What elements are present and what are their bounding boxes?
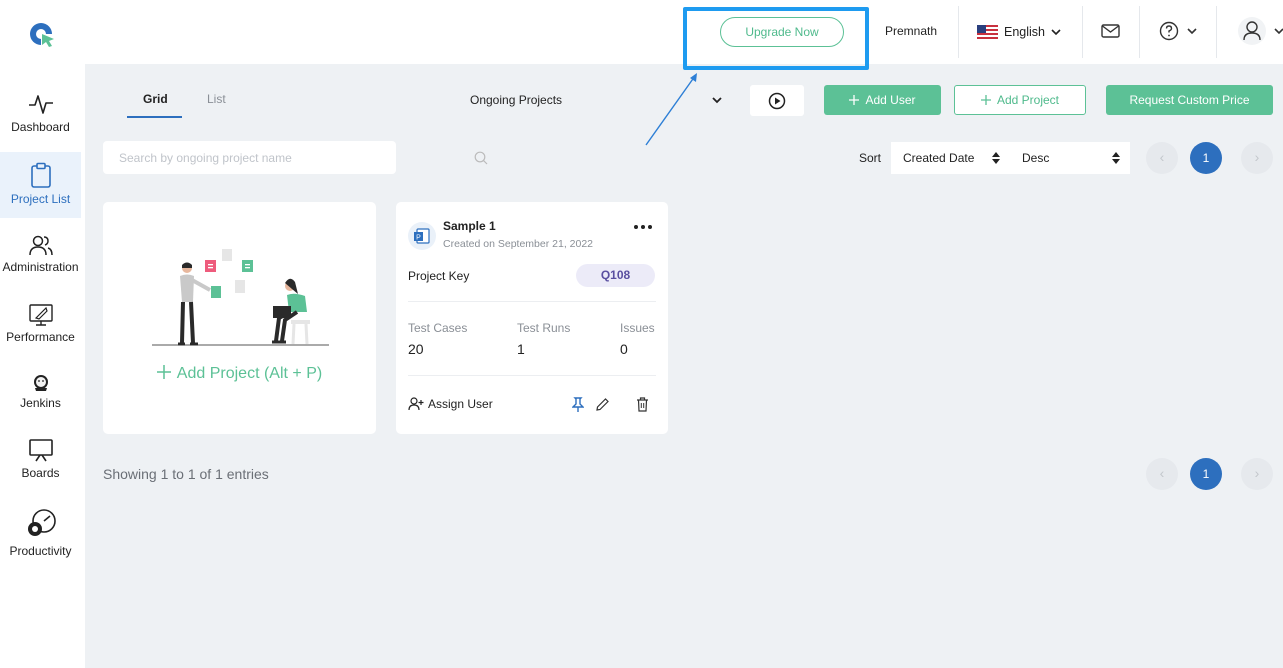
divider bbox=[408, 375, 656, 376]
play-video-button[interactable] bbox=[750, 85, 804, 116]
users-icon bbox=[28, 235, 53, 256]
request-custom-price-button[interactable]: Request Custom Price bbox=[1106, 85, 1273, 115]
search-input[interactable] bbox=[103, 141, 363, 174]
next-page-button[interactable]: › bbox=[1241, 458, 1273, 490]
test-cases-value[interactable]: 20 bbox=[408, 341, 424, 357]
sidebar-item-dashboard[interactable]: Dashboard bbox=[0, 92, 81, 148]
divider bbox=[958, 6, 959, 58]
sidebar-item-jenkins[interactable]: Jenkins bbox=[0, 374, 81, 424]
project-key-label: Project Key bbox=[408, 269, 470, 283]
sort-order-select[interactable]: Desc bbox=[1010, 142, 1130, 174]
add-project-label: Add Project bbox=[996, 93, 1060, 107]
sidebar-item-label: Performance bbox=[6, 330, 75, 344]
pin-icon[interactable] bbox=[572, 397, 584, 413]
add-project-text: Add Project (Alt + P) bbox=[176, 365, 323, 382]
sidebar-item-administration[interactable]: Administration bbox=[0, 234, 81, 284]
next-page-button[interactable]: › bbox=[1241, 142, 1273, 174]
search-box bbox=[103, 141, 488, 174]
plus-icon bbox=[849, 95, 860, 105]
sort-field-value: Created Date bbox=[903, 151, 975, 165]
request-price-label: Request Custom Price bbox=[1129, 93, 1250, 107]
us-flag-icon bbox=[977, 25, 998, 39]
add-user-label: Add User bbox=[865, 93, 916, 107]
chevron-down-icon bbox=[1051, 29, 1061, 36]
divider bbox=[1139, 6, 1140, 58]
plus-icon bbox=[980, 95, 991, 105]
assign-user-button[interactable]: Assign User bbox=[408, 397, 493, 411]
mail-icon[interactable] bbox=[1101, 23, 1120, 39]
divider bbox=[1216, 6, 1217, 58]
project-file-icon: P bbox=[408, 222, 436, 250]
annotation-arrow-icon bbox=[645, 73, 697, 146]
add-project-button[interactable]: Add Project bbox=[954, 85, 1086, 115]
sort-label: Sort bbox=[859, 151, 882, 165]
divider bbox=[408, 301, 656, 302]
help-icon[interactable] bbox=[1159, 21, 1199, 41]
app-logo[interactable] bbox=[28, 20, 56, 48]
edit-icon[interactable] bbox=[595, 397, 610, 412]
divider bbox=[1082, 6, 1083, 58]
upgrade-now-button[interactable]: Upgrade Now bbox=[720, 17, 844, 47]
updown-arrows-icon bbox=[1112, 152, 1120, 164]
rocket-chart-icon bbox=[28, 304, 53, 326]
more-options-icon[interactable] bbox=[633, 224, 653, 230]
sidebar-item-performance[interactable]: Performance bbox=[0, 302, 81, 352]
test-runs-value[interactable]: 1 bbox=[517, 341, 525, 357]
entries-summary: Showing 1 to 1 of 1 entries bbox=[103, 466, 269, 482]
board-icon bbox=[28, 439, 53, 462]
active-tab-indicator bbox=[127, 116, 182, 118]
project-card[interactable]: P Sample 1 Created on September 21, 2022… bbox=[396, 202, 668, 434]
page-number-button[interactable]: 1 bbox=[1190, 458, 1222, 490]
project-filter-select[interactable]: Ongoing Projects bbox=[470, 93, 562, 107]
issues-value[interactable]: 0 bbox=[620, 341, 628, 357]
prev-page-button[interactable]: ‹ bbox=[1146, 458, 1178, 490]
language-selector[interactable]: English bbox=[977, 22, 1061, 42]
sidebar-item-label: Jenkins bbox=[20, 396, 61, 410]
test-cases-label: Test Cases bbox=[408, 321, 468, 335]
sort-field-select[interactable]: Created Date bbox=[891, 142, 1010, 174]
user-name[interactable]: Premnath bbox=[885, 24, 937, 38]
sidebar-item-label: Project List bbox=[10, 192, 71, 206]
chevron-down-icon[interactable] bbox=[711, 95, 723, 105]
top-bar: Upgrade Now Premnath English bbox=[0, 0, 1283, 64]
sidebar-item-project-list[interactable]: Project List bbox=[0, 152, 81, 218]
activity-icon bbox=[28, 95, 53, 114]
play-circle-icon bbox=[768, 92, 786, 109]
sidebar-item-label: Boards bbox=[21, 466, 60, 480]
jenkins-icon bbox=[33, 375, 48, 391]
sort-order-value: Desc bbox=[1022, 151, 1050, 165]
prev-page-button[interactable]: ‹ bbox=[1146, 142, 1178, 174]
profile-icon[interactable] bbox=[1237, 16, 1283, 46]
file-p-icon: P bbox=[414, 228, 430, 244]
sidebar-item-label: Productivity bbox=[9, 544, 72, 558]
svg-text:P: P bbox=[416, 235, 421, 242]
tab-grid[interactable]: Grid bbox=[143, 92, 168, 106]
issues-label: Issues bbox=[620, 321, 655, 335]
sidebar: Dashboard Project List Administration Pe… bbox=[0, 64, 85, 668]
sidebar-item-boards[interactable]: Boards bbox=[0, 438, 81, 488]
page-number-button[interactable]: 1 bbox=[1190, 142, 1222, 174]
sidebar-item-label: Administration bbox=[2, 260, 79, 274]
language-label: English bbox=[1004, 25, 1045, 39]
test-runs-label: Test Runs bbox=[517, 321, 571, 335]
gear-gauge-icon bbox=[27, 509, 56, 536]
clipboard-icon bbox=[30, 162, 51, 188]
add-user-icon bbox=[408, 397, 424, 411]
sidebar-item-label: Dashboard bbox=[11, 120, 70, 134]
project-created-date: Created on September 21, 2022 bbox=[443, 238, 594, 250]
project-key-badge: Q108 bbox=[576, 264, 655, 287]
search-icon[interactable] bbox=[474, 151, 488, 165]
project-name[interactable]: Sample 1 bbox=[443, 219, 496, 233]
plus-icon bbox=[156, 365, 171, 379]
add-user-button[interactable]: Add User bbox=[824, 85, 941, 115]
updown-arrows-icon bbox=[992, 152, 1000, 164]
team-illustration-icon bbox=[152, 249, 329, 346]
add-project-label: Add Project (Alt + P) bbox=[103, 365, 376, 383]
delete-icon[interactable] bbox=[636, 397, 649, 412]
add-project-card[interactable]: Add Project (Alt + P) bbox=[103, 202, 376, 434]
assign-user-label: Assign User bbox=[428, 397, 493, 411]
sidebar-item-productivity[interactable]: Productivity bbox=[0, 508, 81, 564]
tab-list[interactable]: List bbox=[207, 92, 226, 106]
